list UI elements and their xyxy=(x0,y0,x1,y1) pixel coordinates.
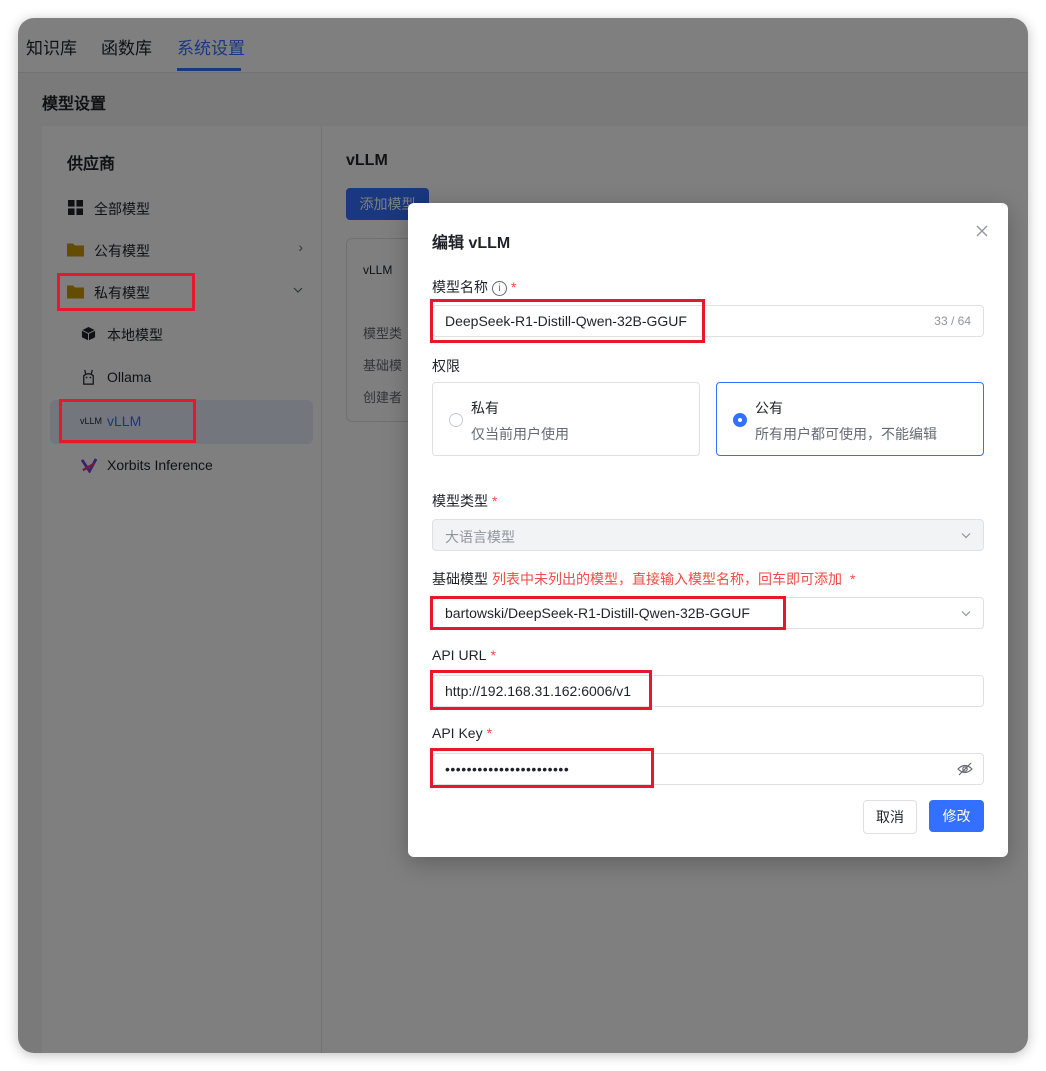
edit-model-dialog: 编辑 vLLM 模型名称 i * DeepSeek-R1-Distill-Qwen-… xyxy=(408,203,1008,857)
model-name-value: DeepSeek-R1-Distill-Qwen-32B-GGUF xyxy=(445,313,687,329)
required-mark: * xyxy=(511,279,517,295)
permission-title: 私有 xyxy=(471,400,499,416)
app-window: 知识库 函数库 系统设置 模型设置 供应商 全部模型 公有模型 › xyxy=(18,18,1028,1053)
eye-off-icon[interactable] xyxy=(957,762,973,776)
char-counter: 33 / 64 xyxy=(934,314,971,328)
model-name-label: 模型名称 i * xyxy=(432,279,517,296)
dialog-title: 编辑 vLLM xyxy=(432,235,511,252)
radio-button[interactable] xyxy=(449,413,463,427)
radio-button[interactable] xyxy=(733,413,747,427)
base-model-hint: 列表中未列出的模型，直接输入模型名称，回车即可添加 xyxy=(492,571,842,587)
base-model-value: bartowski/DeepSeek-R1-Distill-Qwen-32B-G… xyxy=(445,605,750,621)
required-mark: * xyxy=(850,571,856,587)
model-name-input[interactable]: DeepSeek-R1-Distill-Qwen-32B-GGUF 33 / 6… xyxy=(432,305,984,337)
permission-desc: 所有用户都可使用，不能编辑 xyxy=(755,426,937,442)
permission-title: 公有 xyxy=(755,400,783,416)
model-type-value: 大语言模型 xyxy=(445,529,515,545)
permission-private-option[interactable]: 私有 仅当前用户使用 xyxy=(432,382,700,456)
model-type-select: 大语言模型 xyxy=(432,519,984,551)
chevron-down-icon xyxy=(961,533,971,539)
base-model-select[interactable]: bartowski/DeepSeek-R1-Distill-Qwen-32B-G… xyxy=(432,597,984,629)
api-url-label: API URL * xyxy=(432,647,496,663)
confirm-button[interactable]: 修改 xyxy=(929,800,984,832)
chevron-down-icon xyxy=(961,611,971,617)
cancel-button[interactable]: 取消 xyxy=(863,800,917,834)
api-url-input[interactable]: http://192.168.31.162:6006/v1 xyxy=(432,675,984,707)
permission-public-option[interactable]: 公有 所有用户都可使用，不能编辑 xyxy=(716,382,984,456)
permission-label: 权限 xyxy=(432,358,460,374)
api-key-label: API Key * xyxy=(432,725,493,741)
info-icon[interactable]: i xyxy=(492,281,507,296)
required-mark: * xyxy=(490,647,496,663)
model-type-label: 模型类型 * xyxy=(432,493,498,509)
api-key-value: ••••••••••••••••••••••• xyxy=(445,761,570,777)
api-key-input[interactable]: ••••••••••••••••••••••• xyxy=(432,753,984,785)
permission-desc: 仅当前用户使用 xyxy=(471,426,569,442)
close-icon[interactable] xyxy=(976,225,988,237)
required-mark: * xyxy=(492,493,498,509)
base-model-label: 基础模型 列表中未列出的模型，直接输入模型名称，回车即可添加 * xyxy=(432,571,856,587)
required-mark: * xyxy=(486,725,493,741)
api-url-value: http://192.168.31.162:6006/v1 xyxy=(445,683,632,699)
